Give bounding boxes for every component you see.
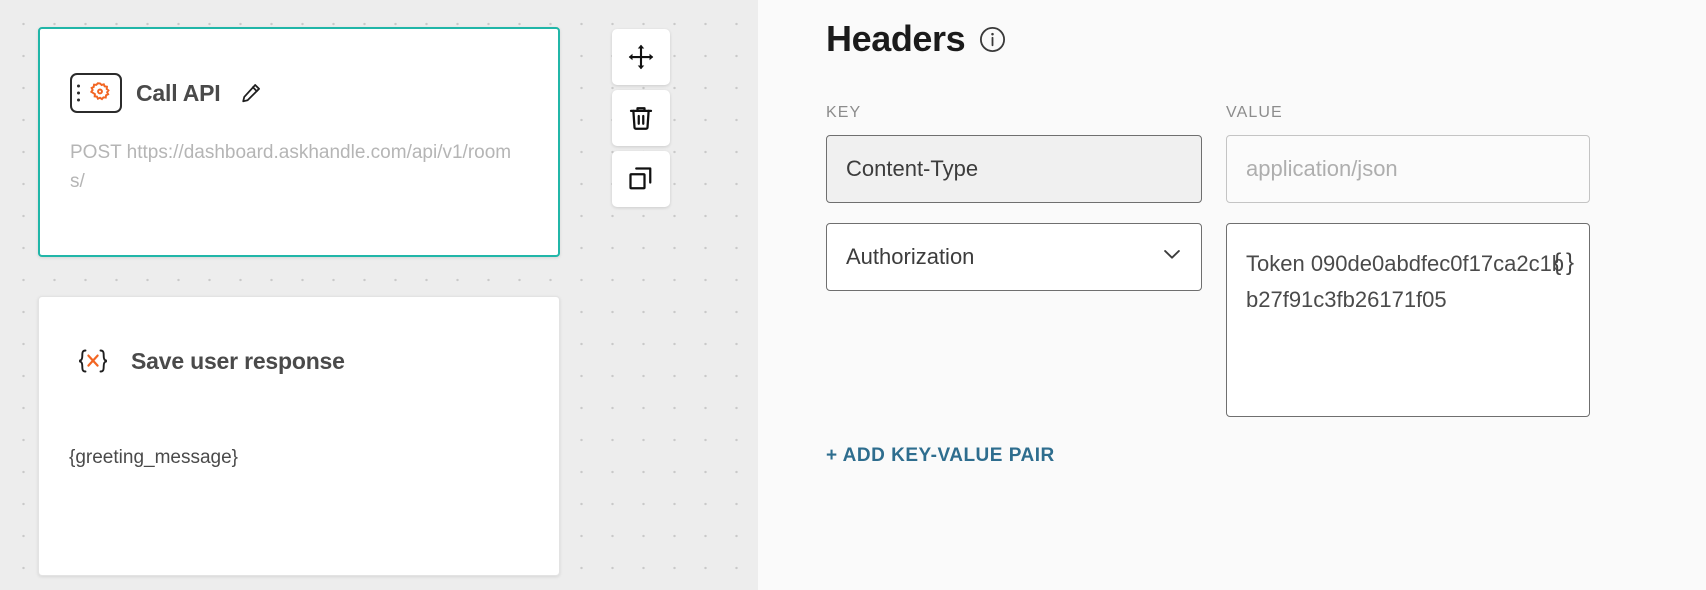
flow-node-call-api[interactable]: Call API POST https://dashboard.askhandl… [38,27,560,257]
edit-pencil-icon[interactable] [238,81,263,106]
app-root: Call API POST https://dashboard.askhandl… [0,0,1706,590]
icon-dots [77,84,80,102]
header-key-select-authorization[interactable]: Authorization [826,223,1202,291]
node-header: Save user response [39,297,559,383]
duplicate-button[interactable] [612,151,670,207]
token-value-text: Token 090de0abdfec0f17ca2c1bb27f91c3fb26… [1246,251,1565,312]
header-key-input-content-type[interactable]: Content-Type [826,135,1202,203]
node-title: Call API [136,79,221,106]
chevron-down-icon [1159,241,1185,273]
column-headers: KEY VALUE [826,104,1646,122]
curly-braces-button[interactable]: { } [1553,244,1574,283]
move-button[interactable] [612,29,670,85]
select-value: Authorization [846,244,975,269]
header-value-textarea-authorization[interactable]: { } Token 090de0abdfec0f17ca2c1bb27f91c3… [1226,223,1590,417]
node-toolbar [612,29,670,207]
page-title: Headers [826,18,966,59]
api-gear-icon [70,73,122,113]
header-row: Authorization { } Token 090de0abdfec0f17… [826,223,1646,417]
panel-title-row: Headers [826,18,1646,60]
delete-button[interactable] [612,90,670,146]
header-row: Content-Type application/json [826,135,1646,203]
node-subtitle: POST https://dashboard.askhandle.com/api… [70,142,512,192]
flow-canvas[interactable]: Call API POST https://dashboard.askhandl… [0,0,758,590]
column-header-key: KEY [826,104,862,121]
column-header-value: VALUE [1226,104,1283,121]
node-header: Call API [40,29,558,113]
headers-panel: Headers KEY VALUE Content-Type applicati… [758,0,1706,590]
node-title: Save user response [131,347,345,374]
flow-node-save-user-response[interactable]: Save user response {greeting_message} [38,296,560,576]
info-icon[interactable] [978,25,1007,54]
save-variable-icon [69,339,117,383]
header-value-input-content-type[interactable]: application/json [1226,135,1590,203]
add-key-value-pair-button[interactable]: + Add key-value pair [826,445,1055,467]
node-body-text: {greeting_message} [69,447,239,468]
